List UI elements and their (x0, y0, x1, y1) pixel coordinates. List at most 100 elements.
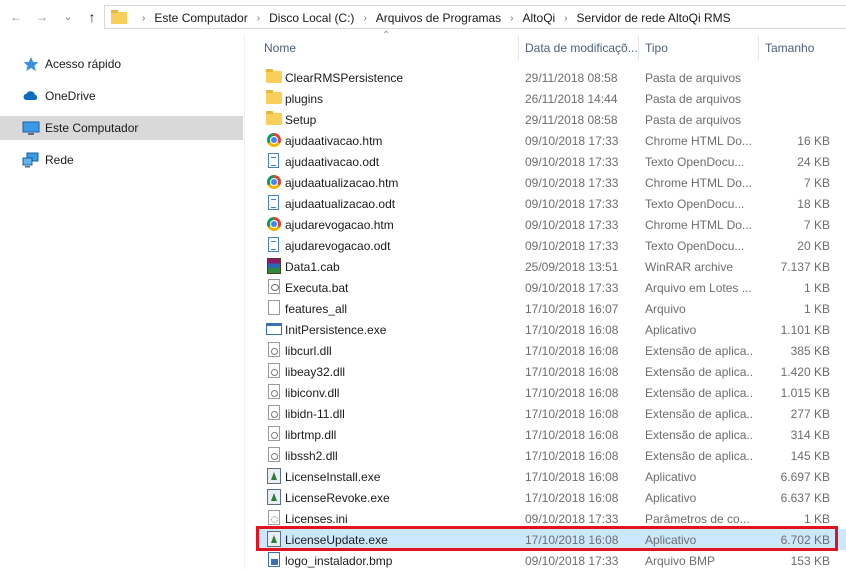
column-header-type[interactable]: Tipo (645, 41, 668, 59)
file-date: 17/10/2018 16:08 (525, 323, 619, 337)
file-row[interactable]: ClearRMSPersistence 29/11/2018 08:58 Pas… (256, 67, 846, 88)
sidebar-item-onedrive[interactable]: OneDrive (0, 84, 243, 108)
file-row[interactable]: libcurl.dll 17/10/2018 16:08 Extensão de… (256, 340, 846, 361)
breadcrumb-separator[interactable]: › (557, 13, 574, 24)
column-divider[interactable] (518, 36, 519, 60)
file-row[interactable]: Data1.cab 25/09/2018 13:51 WinRAR archiv… (256, 256, 846, 277)
sidebar-item-este-computador[interactable]: Este Computador (0, 116, 243, 140)
column-divider[interactable] (638, 36, 639, 60)
file-type: Arquivo BMP (645, 554, 716, 568)
file-row[interactable]: ajudaativacao.odt 09/10/2018 17:33 Texto… (256, 151, 846, 172)
file-type: Extensão de aplica... (645, 344, 753, 358)
dll-icon (266, 342, 282, 358)
file-name: libeay32.dll (285, 365, 346, 379)
file-date: 29/11/2018 08:58 (525, 113, 618, 127)
chrome-icon (266, 216, 282, 232)
file-size: 6.697 KB (780, 470, 830, 484)
file-row[interactable]: libidn-11.dll 17/10/2018 16:08 Extensão … (256, 403, 846, 424)
file-row[interactable]: libiconv.dll 17/10/2018 16:08 Extensão d… (256, 382, 846, 403)
file-row[interactable]: libeay32.dll 17/10/2018 16:08 Extensão d… (256, 361, 846, 382)
file-row[interactable]: ajudaatualizacao.htm 09/10/2018 17:33 Ch… (256, 172, 846, 193)
file-row[interactable]: Setup 29/11/2018 08:58 Pasta de arquivos (256, 109, 846, 130)
breadcrumb-este-computador[interactable]: Este Computador (152, 11, 249, 25)
file-date: 17/10/2018 16:08 (525, 491, 619, 505)
column-header-date[interactable]: Data de modificaçõ... (525, 41, 638, 59)
file-type: Extensão de aplica... (645, 428, 753, 442)
file-name: libssh2.dll (285, 449, 338, 463)
up-arrow-icon[interactable]: ↑ (84, 8, 100, 26)
document-icon (266, 195, 282, 211)
sidebar-item-acesso-rapido[interactable]: Acesso rápido (0, 52, 243, 76)
file-row[interactable]: ajudarevogacao.odt 09/10/2018 17:33 Text… (256, 235, 846, 256)
file-date: 26/11/2018 14:44 (525, 92, 618, 106)
file-row[interactable]: InitPersistence.exe 17/10/2018 16:08 Apl… (256, 319, 846, 340)
breadcrumb-servidor-de-rede[interactable]: Servidor de rede AltoQi RMS (575, 11, 733, 25)
file-name: Licenses.ini (285, 512, 348, 526)
file-size: 20 KB (797, 239, 830, 253)
file-date: 17/10/2018 16:08 (525, 365, 619, 379)
dll-icon (266, 363, 282, 379)
file-row[interactable]: Executa.bat 09/10/2018 17:33 Arquivo em … (256, 277, 846, 298)
folder-icon (266, 90, 282, 106)
forward-arrow-icon[interactable]: → (34, 8, 50, 26)
file-size: 16 KB (797, 134, 830, 148)
file-row[interactable]: logo_instalador.bmp 09/10/2018 17:33 Arq… (256, 550, 846, 571)
file-row[interactable]: LicenseRevoke.exe 17/10/2018 16:08 Aplic… (256, 487, 846, 508)
file-row[interactable]: LicenseInstall.exe 17/10/2018 16:08 Apli… (256, 466, 846, 487)
file-row-selected[interactable]: LicenseUpdate.exe 17/10/2018 16:08 Aplic… (256, 529, 846, 550)
folder-icon (111, 10, 127, 24)
breadcrumb-separator[interactable]: › (503, 13, 520, 24)
sidebar-item-label: Acesso rápido (45, 57, 122, 71)
file-date: 29/11/2018 08:58 (525, 71, 618, 85)
network-icon (22, 152, 39, 168)
chrome-icon (266, 174, 282, 190)
breadcrumb-altoqi[interactable]: AltoQi (521, 11, 558, 25)
address-bar[interactable]: › Este Computador › Disco Local (C:) › A… (104, 5, 846, 29)
file-row[interactable]: ajudaatualizacao.odt 09/10/2018 17:33 Te… (256, 193, 846, 214)
recent-locations-chevron-icon[interactable]: ⌄ (60, 8, 76, 26)
file-date: 09/10/2018 17:33 (525, 554, 619, 568)
address-toolbar: ← → ⌄ ↑ › Este Computador › Disco Local … (0, 0, 846, 34)
file-type: Extensão de aplica... (645, 386, 753, 400)
file-size: 6.637 KB (780, 491, 830, 505)
file-row[interactable]: features_all 17/10/2018 16:07 Arquivo 1 … (256, 298, 846, 319)
file-date: 25/09/2018 13:51 (525, 260, 619, 274)
breadcrumb-separator[interactable]: › (356, 13, 373, 24)
breadcrumb-disco-local[interactable]: Disco Local (C:) (267, 11, 356, 25)
column-header-name[interactable]: Nome (264, 41, 296, 59)
file-row[interactable]: Licenses.ini 09/10/2018 17:33 Parâmetros… (256, 508, 846, 529)
file-size: 145 KB (790, 449, 830, 463)
pane-divider[interactable] (244, 34, 245, 569)
file-date: 17/10/2018 16:07 (525, 302, 619, 316)
file-date: 09/10/2018 17:33 (525, 239, 619, 253)
file-type: Extensão de aplica... (645, 407, 753, 421)
file-row[interactable]: ajudaativacao.htm 09/10/2018 17:33 Chrom… (256, 130, 846, 151)
computer-icon (22, 121, 40, 135)
dll-icon (266, 405, 282, 421)
file-row[interactable]: libssh2.dll 17/10/2018 16:08 Extensão de… (256, 445, 846, 466)
file-date: 17/10/2018 16:08 (525, 386, 619, 400)
breadcrumb-separator[interactable]: › (250, 13, 267, 24)
file-type: Pasta de arquivos (645, 92, 742, 106)
file-name: Setup (285, 113, 317, 127)
file-type: Extensão de aplica... (645, 365, 753, 379)
file-row[interactable]: librtmp.dll 17/10/2018 16:08 Extensão de… (256, 424, 846, 445)
breadcrumb-separator[interactable]: › (135, 13, 152, 24)
column-header-size[interactable]: Tamanho (765, 41, 814, 59)
file-row[interactable]: plugins 26/11/2018 14:44 Pasta de arquiv… (256, 88, 846, 109)
sidebar-item-rede[interactable]: Rede (0, 148, 243, 172)
file-size: 1.420 KB (780, 365, 830, 379)
file-row[interactable]: ajudarevogacao.htm 09/10/2018 17:33 Chro… (256, 214, 846, 235)
folder-icon (266, 69, 282, 85)
sort-ascending-icon: ⌃ (382, 30, 391, 41)
breadcrumb-arquivos-de-programas[interactable]: Arquivos de Programas (374, 11, 503, 25)
breadcrumb: › Este Computador › Disco Local (C:) › A… (135, 6, 733, 30)
winrar-icon (266, 258, 282, 274)
document-icon (266, 153, 282, 169)
column-divider[interactable] (758, 36, 759, 60)
file-name: libcurl.dll (285, 344, 332, 358)
file-date: 09/10/2018 17:33 (525, 197, 619, 211)
sidebar-item-label: Rede (45, 153, 74, 167)
application-icon (266, 321, 282, 337)
back-arrow-icon[interactable]: ← (8, 8, 24, 26)
